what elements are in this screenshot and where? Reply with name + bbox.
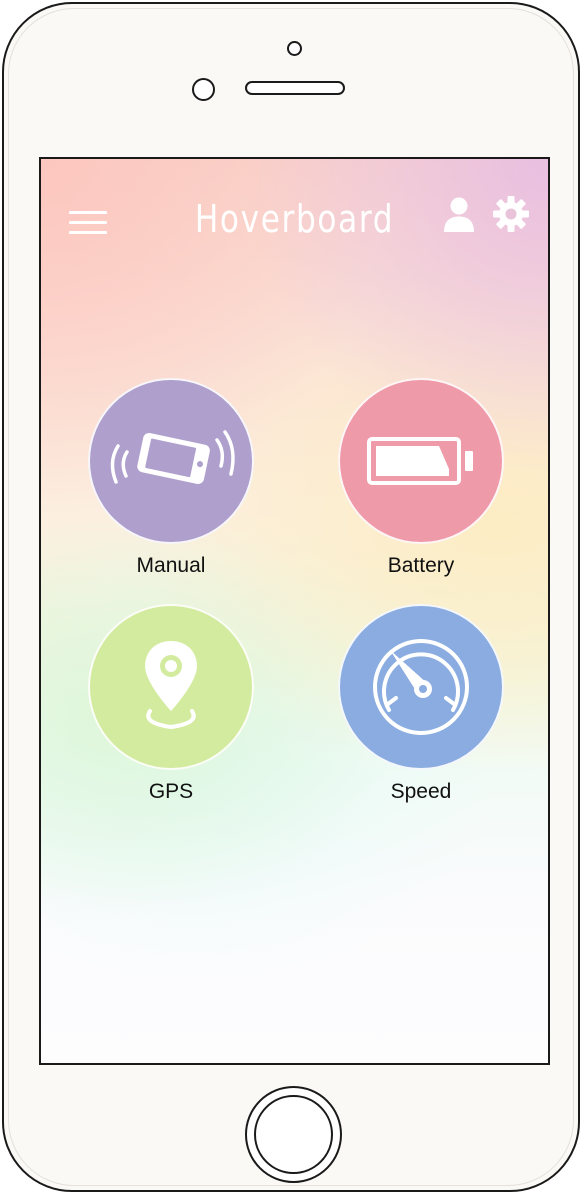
earpiece-speaker [245,81,345,95]
battery-icon [367,437,473,485]
tile-gps[interactable]: GPS [71,604,271,804]
tile-manual[interactable]: Manual [71,378,271,578]
phone-frame: Hoverboard Manual Battery GPS Speed [2,2,580,1192]
app-header: Hoverboard [41,159,548,279]
proximity-sensor [192,78,215,101]
tile-label-battery: Battery [387,554,455,577]
app-title: Hoverboard [194,197,395,241]
gear-icon[interactable] [492,195,530,233]
phone-tilt-icon [110,430,235,484]
speedometer-icon [373,639,469,735]
tile-label-manual: Manual [136,554,206,577]
front-camera [287,41,302,56]
gps-button[interactable] [88,604,254,770]
manual-button[interactable] [88,378,254,544]
tile-label-gps: GPS [148,780,194,803]
location-pin-icon [145,641,197,730]
home-button[interactable] [245,1086,342,1183]
app-screen: Hoverboard Manual Battery GPS Speed [39,157,550,1065]
battery-button[interactable] [338,378,504,544]
tile-battery[interactable]: Battery [321,378,521,578]
tile-speed[interactable]: Speed [321,604,521,804]
user-icon[interactable] [443,196,475,232]
tile-label-speed: Speed [390,780,452,803]
speed-button[interactable] [338,604,504,770]
home-button-ring [254,1095,333,1174]
